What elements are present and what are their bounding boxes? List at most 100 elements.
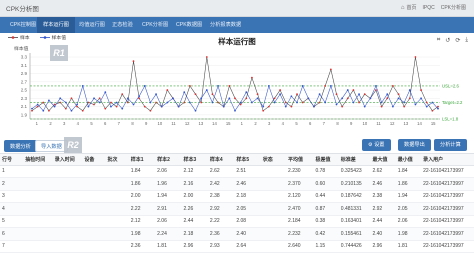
column-header[interactable]: 状态 — [260, 154, 287, 166]
table-cell: 22-161042173997 — [421, 215, 474, 228]
data-point — [149, 101, 152, 104]
x-tick-label: 2 — [49, 121, 52, 126]
column-header[interactable]: 样本2 — [155, 154, 182, 166]
tab-data-analysis[interactable]: 数据分析 — [4, 140, 37, 152]
data-point — [284, 105, 287, 108]
top-bar: CPK分析图 ⌂ 首页 IPQC CPK分析图 — [0, 0, 474, 17]
column-header[interactable]: 录入用户 — [421, 154, 474, 166]
column-header[interactable]: 抽检时间 — [23, 154, 53, 166]
data-point — [160, 105, 163, 108]
settings-button[interactable]: ⚙ 设置 — [362, 139, 391, 151]
cpk-link[interactable]: CPK分析图 — [441, 4, 466, 11]
data-point — [115, 101, 118, 104]
table-cell: 1.94 — [155, 190, 182, 203]
column-header[interactable]: 样本5 — [234, 154, 261, 166]
data-point — [352, 89, 355, 91]
data-point — [48, 99, 50, 102]
table-cell: 2.38 — [370, 190, 396, 203]
table-cell — [82, 227, 106, 241]
table-cell — [23, 190, 53, 203]
column-header[interactable]: 样本3 — [181, 154, 208, 166]
table-cell: 7 — [0, 240, 24, 253]
table-cell: 2.46 — [234, 177, 261, 191]
table-row[interactable]: 3 2.00 1.94 2.00 2.38 2.18 2.120 0.44 0.187642 2.… — [0, 190, 474, 203]
table-row[interactable]: 1 1.84 2.06 2.12 2.62 2.51 2.230 0.78 0.325423 2.… — [0, 165, 474, 178]
data-point — [375, 85, 377, 87]
data-point — [425, 105, 428, 108]
tab-cpk-data[interactable]: CPK数据图 — [170, 17, 208, 33]
column-header[interactable]: 标准差 — [338, 154, 371, 166]
data-point — [87, 101, 90, 104]
x-tick-label: 6 — [309, 121, 312, 126]
data-point — [279, 93, 282, 96]
y-tick-label: 2.9 — [21, 71, 28, 76]
table-cell: 2.230 — [286, 165, 314, 178]
column-header[interactable]: 行号 — [0, 154, 24, 166]
data-point — [194, 109, 197, 112]
table-row[interactable]: 2 1.86 1.96 2.16 2.42 2.46 2.370 0.60 0.210135 2.… — [0, 177, 474, 191]
data-point — [296, 101, 298, 104]
data-point — [93, 103, 95, 106]
table-cell: 0.44 — [313, 190, 339, 203]
tab-import-data[interactable]: 导入数据 — [35, 140, 68, 152]
y-tick-label: 2.5 — [21, 88, 28, 93]
column-header[interactable]: 录入时间 — [52, 154, 83, 166]
column-header[interactable]: 平均值 — [286, 154, 314, 166]
ipqc-link[interactable]: IPQC — [422, 4, 434, 11]
table-cell: 2.36 — [207, 227, 235, 241]
column-header[interactable]: 设备 — [82, 154, 106, 166]
top-nav: ⌂ 首页 IPQC CPK分析图 — [401, 4, 466, 12]
column-header[interactable]: 样本4 — [207, 154, 235, 166]
data-point — [98, 101, 101, 104]
table-cell: 3 — [0, 190, 24, 203]
data-point — [42, 101, 45, 104]
table-cell: 5 — [0, 215, 24, 228]
data-point — [31, 109, 33, 112]
home-link[interactable]: ⌂ 首页 — [401, 4, 417, 12]
table-cell: 0.163401 — [338, 215, 371, 228]
data-point — [386, 97, 389, 100]
table-cell: 0.187642 — [338, 190, 371, 203]
column-header[interactable]: 样本1 — [128, 154, 156, 166]
table-row[interactable]: 5 2.12 2.06 2.44 2.22 2.08 2.184 0.38 0.163401 2.… — [0, 215, 474, 228]
data-point — [138, 97, 141, 100]
tab-report-data[interactable]: 分析报表数据 — [204, 17, 247, 33]
table-cell: 2.92 — [370, 202, 396, 216]
table-cell: 1.98 — [128, 227, 156, 241]
data-point — [234, 109, 236, 112]
x-tick-label: 4 — [77, 121, 80, 126]
data-point — [346, 89, 349, 91]
table-cell: 0.210135 — [338, 177, 371, 191]
table-cell: 2.26 — [181, 202, 208, 216]
table-cell: 0.60 — [313, 177, 339, 191]
data-point — [70, 109, 73, 112]
column-header[interactable]: 最大值 — [370, 154, 396, 166]
data-point — [414, 56, 417, 58]
data-point — [420, 97, 422, 100]
tab-cpk-analysis[interactable]: CPK分析图 — [136, 17, 174, 33]
data-point — [335, 93, 338, 96]
table-row[interactable]: 6 1.98 2.24 2.18 2.36 2.40 2.232 0.42 0.155461 2.… — [0, 227, 474, 241]
gear-icon: ⚙ — [368, 142, 373, 148]
tab-sample-run[interactable]: 样本运行图 — [37, 17, 75, 33]
table-row[interactable]: 7 2.36 1.81 2.96 2.93 2.64 2.640 1.15 0.744426 2.… — [0, 240, 474, 253]
data-point — [408, 97, 411, 100]
table-cell: 4 — [0, 202, 24, 216]
y-tick-label: 2.1 — [21, 104, 28, 109]
x-tick-label: 13 — [198, 121, 203, 126]
table-header-row: 行号 抽检时间 录入时间 设备 批次 样本1 样本2 样本3 样本4 样本5 状态 平均值 极差值 标准差… — [0, 154, 474, 166]
tab-normality[interactable]: 正态检验 — [106, 17, 139, 33]
table-cell: 1.96 — [155, 177, 182, 191]
column-header[interactable]: 极差值 — [313, 154, 339, 166]
data-point — [93, 97, 95, 100]
analyze-button[interactable]: 分析计算 — [434, 139, 467, 151]
data-point — [126, 101, 129, 104]
table-cell: 2.06 — [155, 165, 182, 178]
table-row[interactable]: 4 2.22 2.91 2.26 2.92 2.05 2.470 0.87 0.481331 2.… — [0, 202, 474, 216]
column-header[interactable]: 批次 — [105, 154, 129, 166]
table-cell: 2.46 — [370, 177, 396, 191]
export-button[interactable]: 数据导出 — [398, 139, 431, 151]
column-header[interactable]: 最小值 — [395, 154, 422, 166]
data-point — [228, 85, 231, 87]
table-cell: 2.00 — [128, 190, 156, 203]
